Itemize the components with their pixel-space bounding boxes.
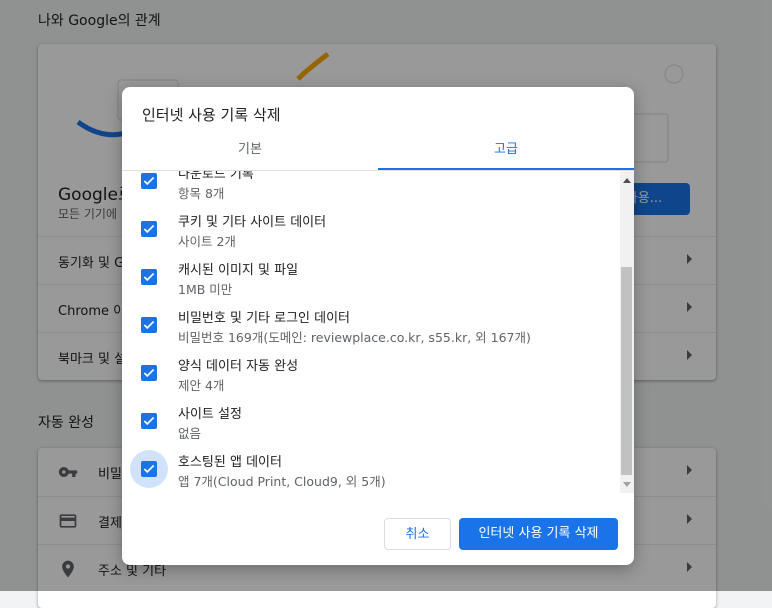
scroll-up-arrow-icon[interactable] (623, 178, 631, 183)
list-item-site-settings[interactable]: 사이트 설정 없음 (122, 399, 620, 447)
checkbox[interactable] (141, 461, 157, 477)
checkmark-icon (143, 224, 155, 234)
item-subtitle: 비밀번호 169개(도메인: reviewplace.co.kr, s55.kr… (178, 330, 531, 345)
checkbox[interactable] (141, 269, 157, 285)
tab-advanced[interactable]: 고급 (378, 137, 634, 170)
checkmark-icon (143, 272, 155, 282)
item-title: 비밀번호 및 기타 로그인 데이터 (178, 311, 351, 326)
tab-basic[interactable]: 기본 (122, 137, 378, 170)
item-subtitle: 사이트 2개 (178, 234, 236, 249)
checkmark-icon (143, 464, 155, 474)
item-title: 캐시된 이미지 및 파일 (178, 263, 299, 278)
item-title: 양식 데이터 자동 완성 (178, 359, 299, 374)
item-subtitle: 1MB 미만 (178, 282, 233, 297)
checkmark-icon (143, 368, 155, 378)
checkmark-icon (143, 176, 155, 186)
checkbox[interactable] (141, 413, 157, 429)
scroll-down-arrow-icon[interactable] (623, 482, 631, 487)
checkbox[interactable] (141, 317, 157, 333)
item-subtitle: 없음 (178, 426, 202, 441)
checkmark-icon (143, 320, 155, 330)
checkbox[interactable] (141, 365, 157, 381)
list-item-cached-images[interactable]: 캐시된 이미지 및 파일 1MB 미만 (122, 255, 620, 303)
clear-data-button[interactable]: 인터넷 사용 기록 삭제 (459, 518, 618, 550)
item-title: 호스팅된 앱 데이터 (178, 455, 282, 470)
cancel-button[interactable]: 취소 (384, 518, 451, 550)
list-item-passwords[interactable]: 비밀번호 및 기타 로그인 데이터 비밀번호 169개(도메인: reviewp… (122, 303, 620, 351)
checkmark-icon (143, 416, 155, 426)
item-subtitle: 항목 8개 (178, 186, 225, 201)
item-title: 다운로드 기록 (178, 171, 254, 182)
list-item-cookies[interactable]: 쿠키 및 기타 사이트 데이터 사이트 2개 (122, 207, 620, 255)
list-item-hosted-app-data[interactable]: 호스팅된 앱 데이터 앱 7개(Cloud Print, Cloud9, 외 5… (122, 447, 620, 493)
tab-bar: 기본 고급 (122, 137, 634, 171)
scrollbar-thumb[interactable] (621, 267, 632, 475)
list-item-autofill-form[interactable]: 양식 데이터 자동 완성 제안 4개 (122, 351, 620, 399)
item-title: 사이트 설정 (178, 407, 242, 422)
checkbox[interactable] (141, 173, 157, 189)
item-subtitle: 제안 4개 (178, 378, 225, 393)
clear-browsing-data-dialog: 인터넷 사용 기록 삭제 기본 고급 다운로드 기록 항목 8개 쿠키 및 기타… (122, 87, 634, 565)
data-type-list: 다운로드 기록 항목 8개 쿠키 및 기타 사이트 데이터 사이트 2개 캐시된… (122, 171, 620, 493)
dialog-title: 인터넷 사용 기록 삭제 (142, 106, 281, 124)
item-subtitle: 앱 7개(Cloud Print, Cloud9, 외 5개) (178, 474, 386, 489)
list-item-download-history[interactable]: 다운로드 기록 항목 8개 (122, 171, 620, 207)
tab-active-indicator (378, 168, 634, 170)
item-title: 쿠키 및 기타 사이트 데이터 (178, 215, 327, 230)
checkbox[interactable] (141, 221, 157, 237)
